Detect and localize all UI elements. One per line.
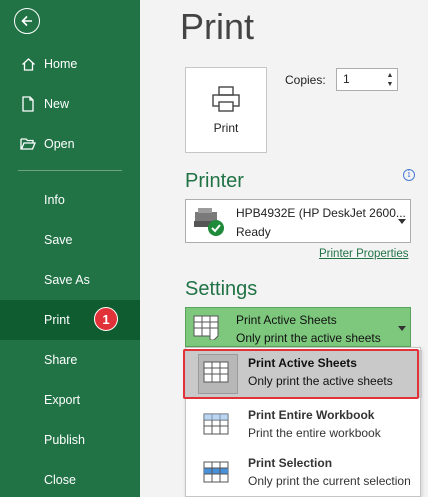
open-folder-icon <box>20 136 36 152</box>
menu-item-title: Print Entire Workbook <box>248 408 375 422</box>
nav-label: Info <box>44 193 65 207</box>
nav-label: Close <box>44 473 76 487</box>
printer-icon <box>212 86 240 112</box>
page-title: Print <box>180 6 255 47</box>
nav-label: Publish <box>44 433 85 447</box>
nav-label: Share <box>44 353 78 367</box>
back-button[interactable] <box>14 8 40 34</box>
menu-item-subtitle: Print the entire workbook <box>248 426 381 440</box>
selection-icon <box>203 461 229 483</box>
chevron-up-icon[interactable]: ▲ <box>385 71 395 80</box>
menu-item-subtitle: Only print the active sheets <box>248 374 393 388</box>
printer-dropdown[interactable]: HPB4932E (HP DeskJet 2600... Ready <box>185 199 411 243</box>
active-sheets-icon <box>203 361 229 383</box>
backstage-sidebar: Home New Open Info Save Save As Print Sh… <box>0 0 140 497</box>
copies-value: 1 <box>343 72 350 86</box>
nav-item-save-as[interactable]: Save As <box>0 260 140 300</box>
nav-label: Save <box>44 233 73 247</box>
printer-section-title: Printer <box>185 170 244 192</box>
home-icon <box>20 56 36 72</box>
nav-item-share[interactable]: Share <box>0 340 140 380</box>
nav-label: New <box>44 97 70 111</box>
nav-label: Print <box>44 313 70 327</box>
copies-label: Copies: <box>285 73 326 87</box>
menu-item-print-selection[interactable]: Print Selection Only print the current s… <box>186 450 422 497</box>
nav-label: Open <box>44 137 75 151</box>
chevron-down-icon <box>398 219 406 224</box>
menu-item-print-active-sheets[interactable]: Print Active Sheets Only print the activ… <box>186 350 422 398</box>
chevron-down-icon <box>398 326 406 331</box>
new-document-icon <box>20 96 36 112</box>
print-what-menu: Print Active Sheets Only print the activ… <box>185 347 422 497</box>
selected-setting-title: Print Active Sheets <box>236 313 337 327</box>
nav-item-export[interactable]: Export <box>0 380 140 420</box>
menu-item-title: Print Active Sheets <box>248 356 357 370</box>
copies-stepper[interactable]: 1 ▲ ▼ <box>336 68 398 91</box>
print-button[interactable]: Print <box>185 67 267 153</box>
menu-item-subtitle: Only print the current selection <box>248 474 411 488</box>
nav-item-new[interactable]: New <box>0 84 140 124</box>
selected-setting-subtitle: Only print the active sheets <box>236 331 381 345</box>
print-button-label: Print <box>213 121 239 135</box>
nav-label: Export <box>44 393 81 407</box>
info-icon[interactable]: i <box>403 169 415 181</box>
sidebar-divider <box>18 170 122 171</box>
printer-name: HPB4932E (HP DeskJet 2600... <box>236 206 406 220</box>
active-sheets-icon <box>193 315 219 340</box>
nav-label: Home <box>44 57 78 71</box>
step-badge-1: 1 <box>94 307 118 331</box>
nav-item-home[interactable]: Home <box>0 44 140 84</box>
menu-item-print-entire-workbook[interactable]: Print Entire Workbook Print the entire w… <box>186 402 422 450</box>
nav-item-save[interactable]: Save <box>0 220 140 260</box>
entire-workbook-icon <box>203 413 229 435</box>
nav-item-publish[interactable]: Publish <box>0 420 140 460</box>
back-arrow-icon <box>21 15 32 27</box>
chevron-down-icon[interactable]: ▼ <box>385 80 395 89</box>
printer-ready-icon <box>194 208 224 236</box>
nav-label: Save As <box>44 273 90 287</box>
print-panel: Print Print Copies: 1 ▲ ▼ Printer i HPB4… <box>140 0 428 497</box>
nav-item-open[interactable]: Open <box>0 124 140 164</box>
printer-properties-link[interactable]: Printer Properties <box>319 248 408 260</box>
menu-item-title: Print Selection <box>248 456 333 470</box>
nav-item-print[interactable]: Print <box>0 300 140 340</box>
nav-item-close[interactable]: Close <box>0 460 140 497</box>
print-what-dropdown[interactable]: Print Active Sheets Only print the activ… <box>185 307 411 347</box>
settings-section-title: Settings <box>185 278 258 300</box>
nav-item-info[interactable]: Info <box>0 180 140 220</box>
printer-status: Ready <box>236 225 271 239</box>
